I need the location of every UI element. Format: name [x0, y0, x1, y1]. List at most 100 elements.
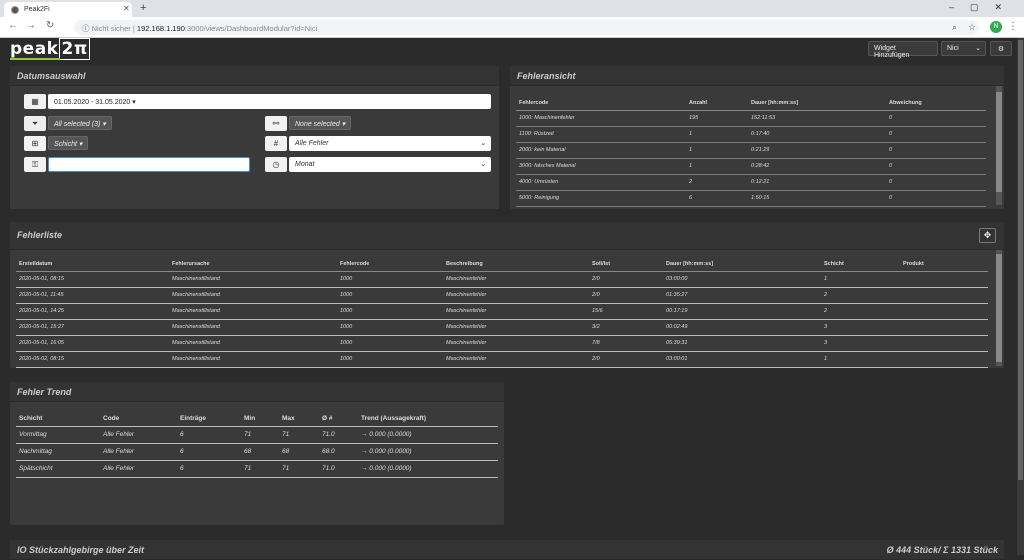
- zoom-icon[interactable]: ⌕: [952, 22, 957, 33]
- schicht-dropdown[interactable]: Schicht ▾: [48, 136, 89, 150]
- table-cell: Alle Fehler: [103, 448, 135, 455]
- gears-icon: ⚙: [997, 46, 1005, 53]
- scrollbar[interactable]: [996, 250, 1002, 366]
- column-header: Schicht: [19, 415, 43, 423]
- logo-text: peak: [10, 39, 59, 59]
- table-row[interactable]: 3000: falsches Material 1 0:28:42 0: [516, 158, 986, 174]
- avatar[interactable]: N: [990, 21, 1002, 33]
- column-header: Fehlerursache: [172, 261, 210, 268]
- date-range-value: 01.05.2020 - 31.05.2020: [54, 99, 131, 106]
- table-cell: Maschinenfehler: [446, 308, 487, 314]
- table-row[interactable]: 1100: Rüstzeit 1 0:17:40 0: [516, 126, 986, 142]
- table-cell: Maschinenfehler: [446, 292, 487, 298]
- url-input[interactable]: ⓘ Nicht sicher | 192.168.1.190:3000/view…: [74, 20, 979, 35]
- table-cell: 0:12:21: [751, 179, 770, 185]
- table-cell: 2: [824, 308, 828, 314]
- logo: peak 2π: [10, 38, 90, 60]
- reload-icon[interactable]: ↻: [46, 20, 54, 31]
- table-row[interactable]: 2020-05-01, 16:05 Maschinenstillstand 1000…: [16, 335, 988, 351]
- column-header: Schicht: [824, 261, 844, 268]
- table-cell: 71: [282, 431, 290, 438]
- menu-icon[interactable]: ⋮: [1008, 21, 1018, 32]
- user-select[interactable]: Nici ⌄: [941, 41, 986, 56]
- table-header-row: Erstelldatum Fehlerursache Fehlercode Be…: [16, 258, 988, 271]
- table-cell: 71: [244, 431, 252, 438]
- table-row[interactable]: 2020-05-01, 11:45 Maschinenstillstand 1000…: [16, 287, 988, 303]
- table-cell: Alle Fehler: [103, 431, 135, 438]
- new-tab-icon[interactable]: +: [140, 2, 146, 14]
- schicht-label: Schicht: [54, 141, 77, 148]
- expand-icon[interactable]: ✥: [979, 228, 996, 243]
- table-cell: 1000: [340, 356, 353, 362]
- column-header: Erstelldatum: [19, 261, 53, 268]
- window-controls[interactable]: –▢✕: [949, 2, 1018, 13]
- table-row[interactable]: 1000: Maschinenfehler 195 152:11:53 0: [516, 110, 986, 126]
- table-cell: 0: [889, 147, 893, 153]
- column-header: Fehlercode: [340, 261, 370, 268]
- scrollbar-thumb[interactable]: [996, 92, 1002, 192]
- browser-tab[interactable]: Peak2Fi ✕: [4, 2, 132, 17]
- fehleransicht-table: Fehlercode Anzahl Dauer [hh:mm:ss] Abwei…: [516, 96, 986, 207]
- period-select-value: Monat: [295, 161, 315, 168]
- page-scrollbar[interactable]: [1017, 38, 1024, 555]
- panel-title: Fehler Trend: [10, 382, 504, 402]
- column-header: Anzahl: [689, 99, 708, 106]
- table-cell: 00:02:49: [666, 324, 688, 330]
- table-row[interactable]: 5000: Reinigung 6 1:50:15 0: [516, 190, 986, 206]
- table-cell: 3/2: [592, 324, 600, 330]
- search-input[interactable]: [48, 157, 250, 172]
- grid-icon: ⊞: [24, 136, 46, 151]
- table-cell: [900, 287, 988, 303]
- url-path: :3000/views/DashboardModular?id=Nici: [184, 24, 318, 33]
- fehlerliste-panel: Fehlerliste ✥ Erstelldatum Fehlerursache…: [10, 222, 1004, 368]
- table-cell: 15/6: [592, 308, 603, 314]
- table-cell: 0: [889, 179, 893, 185]
- page-scrollbar-thumb[interactable]: [1018, 40, 1023, 480]
- period-select[interactable]: Monat ⌄: [289, 157, 491, 172]
- forward-icon[interactable]: →: [26, 20, 36, 31]
- info-icon: ⓘ: [82, 24, 90, 33]
- hash-icon: #: [265, 136, 287, 151]
- security-label: Nicht sicher: [91, 24, 131, 33]
- table-cell: 0: [889, 115, 893, 121]
- table-row[interactable]: Nachmittag Alle Fehler 6 68 68 68.0 → 0.000 (0…: [16, 443, 498, 460]
- back-icon[interactable]: ←: [8, 20, 18, 31]
- all-selected-dropdown[interactable]: All selected (3) ▾: [48, 116, 112, 130]
- settings-button[interactable]: ⚙: [990, 41, 1012, 56]
- table-row[interactable]: 4000: Umrüsten 2 0:12:21 0: [516, 174, 986, 190]
- table-row[interactable]: Vormittag Alle Fehler 6 71 71 71.0 → 0.000 (0.…: [16, 426, 498, 443]
- datumsauswahl-panel: Datumsauswahl ▦ 01.05.2020 - 31.05.2020 …: [10, 66, 499, 209]
- fehler-select[interactable]: Alle Fehler ⌄: [289, 136, 491, 151]
- scrollbar[interactable]: [996, 86, 1002, 205]
- star-icon[interactable]: ☆: [968, 22, 976, 33]
- none-selected-dropdown[interactable]: None selected ▾: [289, 116, 352, 130]
- table-row[interactable]: Spätschicht Alle Fehler 6 71 71 71.0 → 0.000 (…: [16, 460, 498, 477]
- date-range-picker[interactable]: 01.05.2020 - 31.05.2020 ▾: [48, 94, 491, 109]
- table-cell: 5000: Reinigung: [519, 195, 560, 201]
- table-row[interactable]: 2020-05-01, 14:25 Maschinenstillstand 1000…: [16, 303, 988, 319]
- close-tab-icon[interactable]: ✕: [123, 4, 130, 13]
- table-row[interactable]: 2020-05-01, 15:27 Maschinenstillstand 1000…: [16, 319, 988, 335]
- column-header: Dauer [hh:mm:ss]: [751, 99, 799, 106]
- table-cell: 6: [689, 195, 693, 201]
- table-cell: 1: [824, 276, 828, 282]
- column-header: Max: [282, 415, 295, 423]
- table-row[interactable]: 2020-05-02, 08:15 Maschinenstillstand 1000…: [16, 351, 988, 367]
- table-cell: 1: [689, 163, 693, 169]
- widget-add-button[interactable]: Widget Hinzufügen: [868, 41, 938, 59]
- table-row[interactable]: 2020-05-01, 08:15 Maschinenstillstand 1000…: [16, 271, 988, 287]
- table-cell: 03:00:01: [666, 356, 688, 362]
- table-cell: 1100: Rüstzeit: [519, 131, 554, 137]
- chevron-down-icon: ⌄: [975, 45, 981, 52]
- clock-icon: ◷: [265, 157, 287, 172]
- table-cell: 1: [824, 356, 828, 362]
- table-cell: [900, 303, 988, 319]
- table-row[interactable]: 2000: kein Material 1 0:21:29 0: [516, 142, 986, 158]
- table-cell: Maschinenstillstand: [172, 356, 220, 362]
- table-cell: 0: [889, 131, 893, 137]
- chevron-down-icon: ⌄: [480, 140, 486, 147]
- table-cell: Maschinenfehler: [446, 276, 487, 282]
- table-cell: 195: [689, 115, 699, 121]
- scrollbar-thumb[interactable]: [996, 254, 1002, 362]
- stueckzahl-panel: IO Stückzahlgebirge über Zeit Ø 444 Stüc…: [10, 540, 1004, 560]
